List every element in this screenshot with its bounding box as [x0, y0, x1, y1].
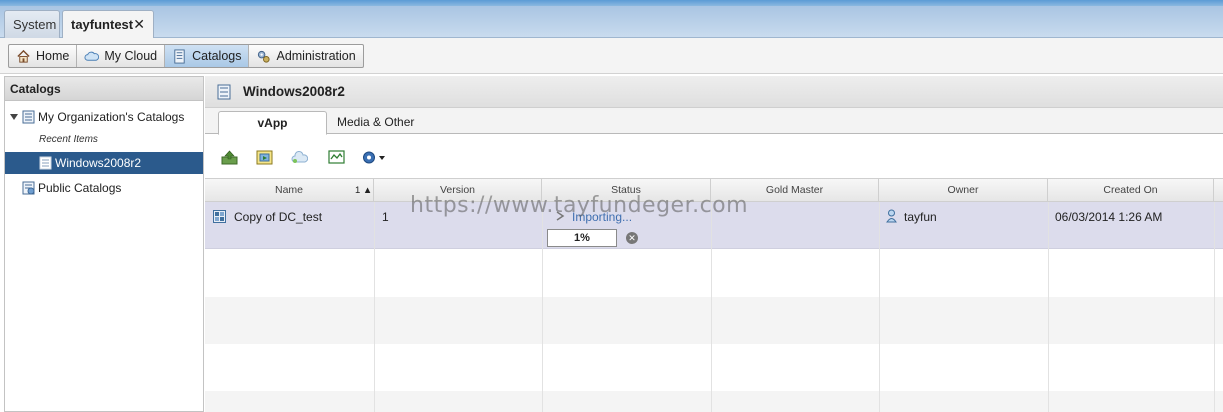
tab-tayfuntest-label: tayfuntest: [71, 17, 134, 32]
organization-tab-bar: System tayfuntest ✕: [0, 6, 1223, 39]
my-cloud-label: My Cloud: [104, 49, 158, 63]
catalogs-sidebar: Catalogs My Organization's Catalogs Rece…: [4, 76, 204, 412]
public-catalog-icon: [22, 181, 35, 195]
content-tabs: vApp Templates Media & Other: [205, 108, 1223, 152]
home-label: Home: [36, 49, 70, 63]
administration-icon: [258, 50, 271, 63]
tab-system[interactable]: System: [4, 10, 60, 38]
catalogs-button[interactable]: Catalogs: [165, 45, 250, 67]
column-divider: [374, 202, 375, 412]
table-row-empty: [205, 344, 1223, 391]
tree-windows2008r2[interactable]: Windows2008r2: [5, 152, 203, 174]
table-row-empty: [205, 391, 1223, 412]
row-owner[interactable]: tayfun: [904, 210, 937, 224]
catalog-icon: [174, 48, 185, 64]
expand-triangle-icon[interactable]: [10, 114, 18, 120]
my-cloud-button[interactable]: My Cloud: [77, 45, 166, 67]
close-icon[interactable]: ✕: [133, 11, 145, 38]
grid-toolbar: [205, 135, 1223, 175]
column-divider: [1048, 202, 1049, 412]
table-row-empty: [205, 297, 1223, 344]
import-progress: 1%: [547, 229, 617, 247]
catalog-icon: [39, 156, 52, 170]
gear-actions-icon[interactable]: [361, 150, 387, 165]
tab-vapp-templates[interactable]: vApp Templates: [218, 111, 327, 152]
tab-media-and-other[interactable]: Media & Other: [329, 111, 422, 135]
administration-button[interactable]: Administration: [249, 45, 362, 67]
cloud-icon[interactable]: [291, 150, 308, 165]
home-icon: [17, 49, 30, 63]
page-title: Windows2008r2: [243, 84, 345, 99]
home-button[interactable]: Home: [9, 45, 78, 67]
vapp-template-icon: [213, 210, 226, 223]
main-navigation-bar: Home My Cloud Catalogs Administration: [0, 38, 1223, 74]
column-divider: [711, 202, 712, 412]
catalog-icon: [22, 110, 35, 124]
row-version: 1: [382, 210, 389, 224]
catalog-content-panel: Windows2008r2 vApp Templates Media & Oth…: [205, 76, 1223, 412]
watermark-text: https://www.tayfundeger.com: [410, 193, 749, 218]
tree-public-catalogs-label: Public Catalogs: [38, 181, 122, 195]
column-divider: [542, 202, 543, 412]
tab-system-label: System: [13, 17, 57, 32]
cancel-import-icon[interactable]: ✕: [626, 232, 638, 244]
sidebar-header: Catalogs: [5, 77, 203, 101]
column-header-owner[interactable]: Owner: [879, 179, 1048, 201]
tree-recent-items: Recent Items: [5, 129, 203, 151]
sort-indicator[interactable]: 1 ▲: [355, 185, 372, 197]
nav-button-group: Home My Cloud Catalogs Administration: [8, 44, 364, 68]
catalog-icon: [217, 84, 231, 100]
tree-my-organization-catalogs[interactable]: My Organization's Catalogs: [5, 106, 203, 128]
tab-tayfuntest[interactable]: tayfuntest ✕: [62, 10, 154, 39]
column-header-name[interactable]: Name: [205, 179, 374, 201]
column-header-created-on[interactable]: Created On: [1048, 179, 1214, 201]
tree-my-organization-catalogs-label: My Organization's Catalogs: [38, 110, 185, 124]
user-icon: [886, 209, 897, 223]
tree-public-catalogs[interactable]: Public Catalogs: [5, 177, 203, 199]
table-row-empty: [205, 250, 1223, 297]
recent-items-label: Recent Items: [39, 134, 98, 145]
catalog-header: Windows2008r2: [205, 76, 1223, 108]
monitor-icon[interactable]: [328, 150, 345, 165]
row-created-on: 06/03/2014 1:26 AM: [1055, 210, 1163, 224]
catalogs-label: Catalogs: [192, 49, 242, 63]
cloud-icon: [84, 51, 100, 61]
row-name[interactable]: Copy of DC_test: [234, 210, 322, 224]
tree-windows2008r2-label: Windows2008r2: [55, 156, 142, 170]
column-divider: [1214, 202, 1215, 412]
upload-icon[interactable]: [221, 150, 238, 165]
administration-label: Administration: [276, 49, 356, 63]
add-to-my-cloud-icon[interactable]: [256, 150, 273, 165]
column-divider: [879, 202, 880, 412]
